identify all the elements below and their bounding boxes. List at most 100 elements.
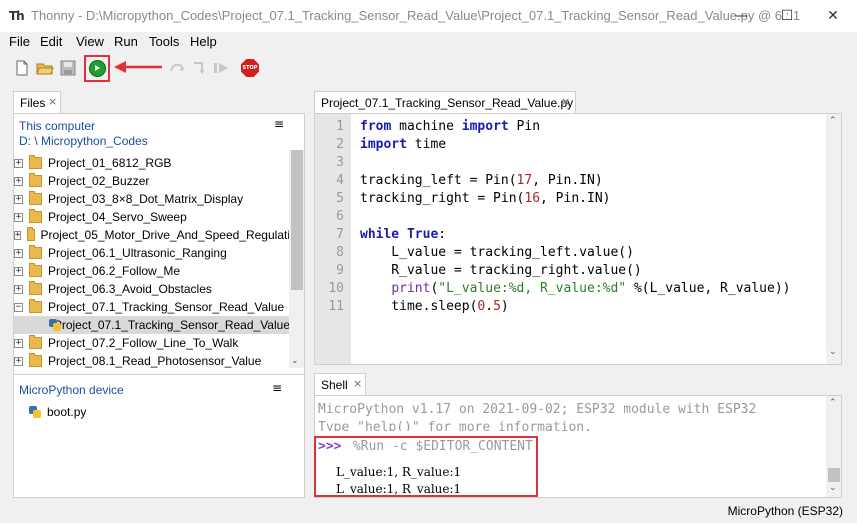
files-scrollbar-thumb[interactable] — [291, 150, 303, 290]
menu-tools[interactable]: Tools — [149, 34, 179, 49]
folder-icon — [29, 209, 42, 223]
tab-shell-close-icon[interactable]: × — [353, 377, 362, 390]
menu-edit[interactable]: Edit — [40, 34, 62, 49]
tab-files-label: Files — [20, 96, 46, 110]
code-line[interactable]: import time — [360, 136, 446, 154]
device-menu-icon[interactable]: ≡ — [272, 381, 282, 395]
tree-item[interactable]: + Project_04_Servo_Sweep — [14, 208, 290, 226]
files-menu-icon[interactable]: ≡ — [274, 117, 284, 131]
expand-icon[interactable]: + — [14, 356, 23, 366]
tab-files[interactable]: Files × — [13, 91, 61, 113]
tab-editor-label: Project_07.1_Tracking_Sensor_Read_Value.… — [321, 96, 574, 110]
close-button[interactable]: ✕ — [810, 0, 856, 32]
line-number: 8 — [336, 245, 344, 260]
device-file-label: boot.py — [47, 405, 87, 419]
save-icon[interactable] — [58, 58, 78, 78]
tab-shell[interactable]: Shell × — [314, 373, 366, 395]
expand-icon[interactable]: + — [14, 194, 23, 204]
tree-item[interactable]: + Project_07.2_Follow_Line_To_Walk — [14, 334, 290, 352]
maximize-button[interactable]: ☐ — [764, 0, 810, 32]
tree-item[interactable]: + Project_01_6812_RGB — [14, 154, 290, 172]
code-line[interactable]: while True: — [360, 226, 446, 244]
shell-scroll-up-icon[interactable]: ⌃ — [829, 398, 837, 408]
expand-icon[interactable]: + — [14, 248, 23, 258]
line-number: 4 — [336, 173, 344, 188]
expand-icon[interactable]: + — [14, 212, 23, 222]
expand-icon[interactable]: − — [14, 302, 23, 312]
shell-help-line: Type "help()" for more information. — [318, 420, 592, 431]
folder-icon — [27, 227, 35, 241]
tree-item-label: Project_06.3_Avoid_Obstacles — [48, 282, 212, 296]
folder-icon — [29, 155, 42, 169]
code-line[interactable]: time.sleep(0.5) — [360, 298, 508, 316]
code-line[interactable]: tracking_right = Pin(16, Pin.IN) — [360, 190, 610, 208]
editor-scroll-up-icon[interactable]: ⌃ — [829, 116, 837, 126]
expand-icon[interactable]: + — [14, 158, 23, 168]
folder-icon — [29, 245, 42, 259]
minimize-button[interactable]: — — [718, 0, 764, 32]
this-computer-label: This computer — [19, 119, 96, 133]
code-line[interactable]: L_value = tracking_left.value() — [360, 244, 634, 262]
python-file-icon — [48, 318, 61, 332]
shell-banner: MicroPython v1.17 on 2021-09-02; ESP32 m… — [318, 402, 757, 417]
step-over-icon[interactable] — [168, 58, 188, 78]
tree-item-label: Project_01_6812_RGB — [48, 156, 172, 170]
line-number: 6 — [336, 209, 344, 224]
expand-icon[interactable]: + — [14, 284, 23, 294]
new-file-icon[interactable] — [12, 58, 32, 78]
scroll-down-icon[interactable]: ⌄ — [291, 356, 299, 366]
shell-scroll-down-icon[interactable]: ⌄ — [829, 483, 837, 493]
thonny-logo-icon: Th — [9, 9, 25, 23]
tree-item[interactable]: + Project_05_Motor_Drive_And_Speed_Regula… — [14, 226, 290, 244]
expand-icon[interactable]: + — [14, 230, 22, 240]
tab-shell-label: Shell — [321, 378, 348, 392]
tree-item-label: Project_04_Servo_Sweep — [48, 210, 187, 224]
python-file-icon — [28, 405, 42, 419]
menu-help[interactable]: Help — [190, 34, 217, 49]
red-arrow-icon — [112, 60, 164, 74]
tree-item[interactable]: + Project_06.3_Avoid_Obstacles — [14, 280, 290, 298]
line-number: 7 — [336, 227, 344, 242]
run-icon[interactable] — [87, 58, 107, 78]
code-line[interactable]: print("L_value:%d, R_value:%d" %(L_value… — [360, 280, 790, 298]
editor-scroll-down-icon[interactable]: ⌄ — [829, 347, 837, 357]
device-file-row[interactable]: boot.py — [28, 403, 304, 421]
expand-icon[interactable]: + — [14, 176, 23, 186]
stop-icon[interactable]: STOP — [240, 58, 260, 78]
tree-item[interactable]: + Project_06.1_Ultrasonic_Ranging — [14, 244, 290, 262]
tree-item[interactable]: + Project_06.2_Follow_Me — [14, 262, 290, 280]
code-line[interactable]: from machine import Pin — [360, 118, 540, 136]
resume-icon[interactable] — [211, 58, 231, 78]
expand-icon[interactable]: + — [14, 338, 23, 348]
tree-item[interactable]: + Project_03_8×8_Dot_Matrix_Display — [14, 190, 290, 208]
line-number: 3 — [336, 155, 344, 170]
menu-file[interactable]: File — [9, 34, 30, 49]
step-into-icon[interactable] — [190, 58, 210, 78]
folder-icon — [29, 191, 42, 205]
open-folder-icon[interactable] — [35, 58, 55, 78]
tree-item[interactable]: − Project_07.1_Tracking_Sensor_Read_Value — [14, 298, 290, 316]
expand-icon[interactable]: + — [14, 266, 23, 276]
editor-scrollbar[interactable] — [826, 114, 841, 364]
tree-item[interactable]: + Project_02_Buzzer — [14, 172, 290, 190]
selected-file-label: Project_07.1_Tracking_Sensor_Read_Value — [53, 318, 290, 332]
line-number: 2 — [336, 137, 344, 152]
tab-files-close-icon[interactable]: × — [48, 95, 57, 108]
tab-editor-close-icon[interactable]: × — [561, 95, 570, 108]
menu-view[interactable]: View — [76, 34, 104, 49]
selected-file-row[interactable]: Project_07.1_Tracking_Sensor_Read_Value — [14, 316, 290, 334]
current-path[interactable]: D: \ Micropython_Codes — [19, 134, 148, 148]
line-number: 10 — [328, 281, 344, 296]
tree-item[interactable]: + Project_08.1_Read_Photosensor_Value — [14, 352, 290, 370]
tree-item-label: Project_07.1_Tracking_Sensor_Read_Value — [48, 300, 285, 314]
menu-run[interactable]: Run — [114, 34, 138, 49]
window-title: Thonny - D:\Micropython_Codes\Project_07… — [31, 8, 801, 23]
folder-icon — [29, 173, 42, 187]
interpreter-status[interactable]: MicroPython (ESP32) — [728, 504, 843, 518]
code-line[interactable]: tracking_left = Pin(17, Pin.IN) — [360, 172, 603, 190]
tree-item-label: Project_08.1_Read_Photosensor_Value — [48, 354, 262, 368]
folder-icon — [29, 335, 42, 349]
code-line[interactable]: R_value = tracking_right.value() — [360, 262, 641, 280]
shell-scrollbar-thumb[interactable] — [828, 468, 840, 482]
tab-editor-file[interactable]: Project_07.1_Tracking_Sensor_Read_Value.… — [314, 91, 576, 113]
